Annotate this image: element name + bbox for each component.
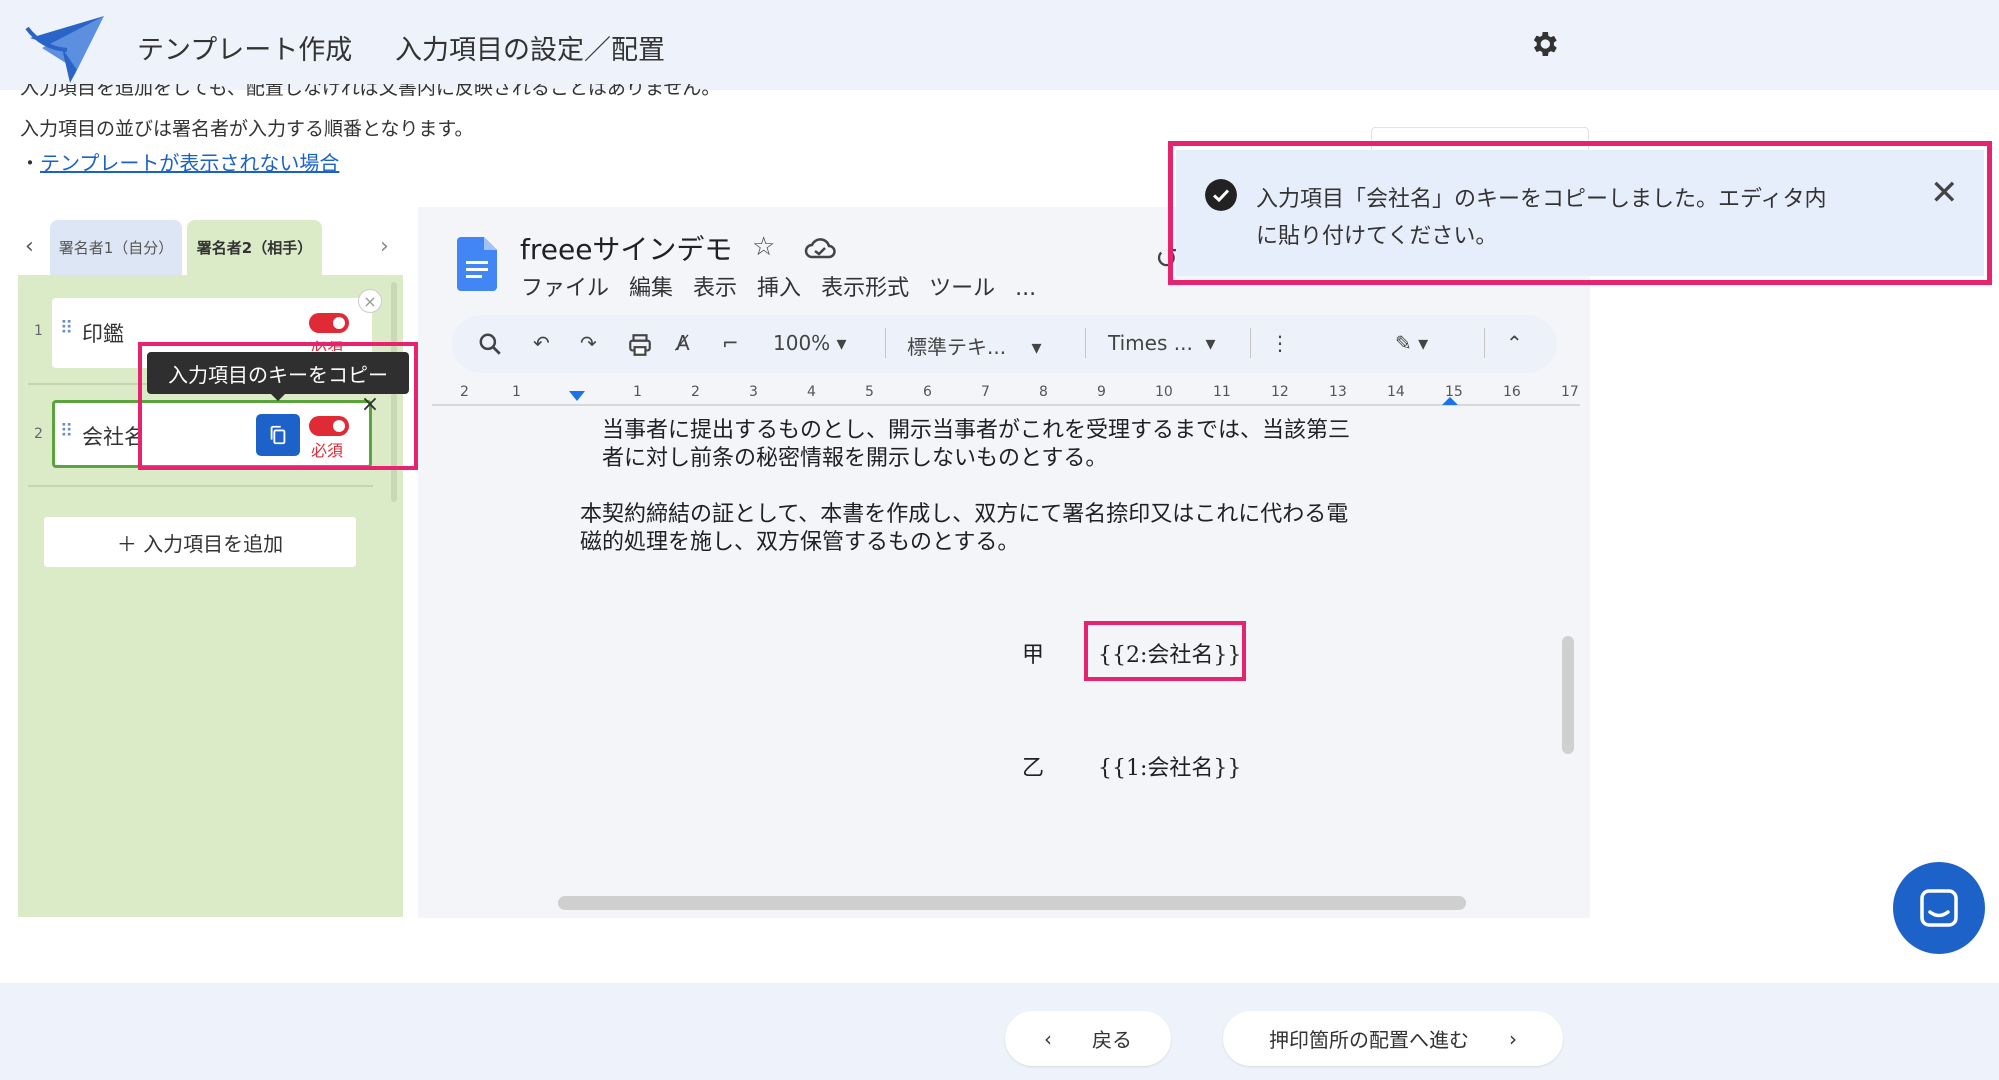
menu-more[interactable]: ... <box>1015 276 1036 301</box>
ruler-number: 1 <box>512 384 521 400</box>
paint-format-icon[interactable]: ⌐ <box>722 331 739 355</box>
chevron-up-icon[interactable]: ⌃ <box>1506 331 1523 355</box>
chat-icon <box>1920 889 1958 927</box>
field-number: 1 <box>34 323 43 339</box>
party-b-label: 乙 <box>1022 756 1045 781</box>
next-button[interactable]: 押印箇所の配置へ進む › <box>1223 1011 1563 1066</box>
ruler-number: 5 <box>865 384 874 400</box>
toolbar-divider <box>1484 328 1485 358</box>
editing-mode-icon[interactable]: ✎ ▾ <box>1395 331 1428 355</box>
drag-handle-icon[interactable]: ⠿ <box>60 421 73 442</box>
menu-view[interactable]: 表示 <box>693 276 737 301</box>
tab-signer-1[interactable]: 署名者1（自分） <box>50 220 182 275</box>
ruler-number: 16 <box>1503 384 1521 400</box>
search-icon[interactable] <box>477 331 503 357</box>
toolbar-divider <box>1085 328 1086 358</box>
add-field-button[interactable]: ＋ 入力項目を追加 <box>44 517 356 567</box>
ruler-number: 13 <box>1329 384 1347 400</box>
ruler-number: 1 <box>633 384 642 400</box>
cloud-saved-icon[interactable] <box>804 236 836 260</box>
tab-signer-2[interactable]: 署名者2（相手） <box>187 220 322 275</box>
field-label: 印鑑 <box>82 322 124 346</box>
zoom-value: 100% <box>773 331 831 355</box>
docs-vertical-scrollbar[interactable] <box>1562 636 1574 754</box>
toast-message: 入力項目「会社名」のキーをコピーしました。エディタ内 <box>1256 187 1827 212</box>
ruler-number: 7 <box>981 384 990 400</box>
bullet: ・ <box>20 151 40 175</box>
ruler <box>432 391 1580 406</box>
doc-paragraph-line: 磁的処理を施し、双方保管するものとする。 <box>580 530 1020 555</box>
divider <box>28 485 373 487</box>
app-logo-icon[interactable] <box>22 8 112 86</box>
highlight-frame <box>138 342 418 470</box>
ruler-number: 9 <box>1097 384 1106 400</box>
style-value: 標準テキ... <box>907 335 1007 359</box>
ruler-number: 2 <box>460 384 469 400</box>
required-toggle[interactable] <box>309 313 349 333</box>
party-a-label: 甲 <box>1022 643 1045 668</box>
ruler-number: 8 <box>1039 384 1048 400</box>
font-select[interactable]: Times ... ▾ <box>1108 331 1216 355</box>
star-icon[interactable]: ☆ <box>752 232 775 262</box>
menu-tools[interactable]: ツール <box>929 276 995 301</box>
highlight-frame <box>1084 621 1246 681</box>
help-link[interactable]: テンプレートが表示されない場合 <box>40 151 339 175</box>
ruler-number: 6 <box>923 384 932 400</box>
ruler-number: 14 <box>1387 384 1405 400</box>
field-label: 会社名 <box>82 425 144 449</box>
ruler-number: 12 <box>1271 384 1289 400</box>
toast-message: に貼り付けてください。 <box>1256 224 1498 249</box>
menu-edit[interactable]: 編集 <box>629 276 673 301</box>
ruler-number: 11 <box>1213 384 1231 400</box>
google-docs-icon[interactable] <box>457 237 497 291</box>
drag-handle-icon[interactable]: ⠿ <box>60 318 73 339</box>
back-label: 戻る <box>1092 1028 1132 1052</box>
page-subtitle: 入力項目の設定／配置 <box>395 35 665 66</box>
help-line: ・テンプレートが表示されない場合 <box>20 147 339 176</box>
ruler-number: 15 <box>1445 384 1463 400</box>
docs-horizontal-scrollbar[interactable] <box>558 896 1466 910</box>
intro-text: 入力項目の並びは署名者が入力する順番となります。 <box>20 118 474 140</box>
spellcheck-icon[interactable]: A̸ <box>676 331 690 355</box>
font-value: Times ... <box>1108 331 1193 355</box>
docs-editor <box>418 207 1590 918</box>
print-icon[interactable] <box>626 332 654 358</box>
document-title[interactable]: freeeサインデモ <box>520 228 732 268</box>
ruler-number: 3 <box>749 384 758 400</box>
chevron-left-icon: ‹ <box>1044 1026 1052 1051</box>
menu-insert[interactable]: 挿入 <box>757 276 801 301</box>
redo-icon[interactable]: ↷ <box>580 331 597 355</box>
chat-support-button[interactable] <box>1893 862 1985 954</box>
chevron-right-icon[interactable]: › <box>380 234 389 259</box>
ruler-number: 10 <box>1155 384 1173 400</box>
chevron-left-icon[interactable]: ‹ <box>25 234 34 259</box>
ruler-number: 2 <box>691 384 700 400</box>
back-button[interactable]: ‹ 戻る <box>1005 1011 1171 1066</box>
close-icon[interactable]: ✕ <box>1930 176 1959 210</box>
field-number: 2 <box>34 426 43 442</box>
docs-menu-bar: ファイル 編集 表示 挿入 表示形式 ツール... <box>521 270 1056 302</box>
intro-text-partial: 入力項目を追加をしても、配置しなければ文書内に反映されることはありません。 <box>20 84 721 99</box>
more-options-icon[interactable]: ⋮ <box>1270 331 1290 355</box>
ruler-number: 4 <box>807 384 816 400</box>
undo-icon[interactable]: ↶ <box>533 331 550 355</box>
zoom-select[interactable]: 100% ▾ <box>773 331 847 355</box>
doc-paragraph-line: 者に対し前条の秘密情報を開示しないものとする。 <box>602 446 1108 471</box>
toolbar-divider <box>885 328 886 358</box>
menu-format[interactable]: 表示形式 <box>821 276 909 301</box>
remove-field-icon[interactable]: × <box>358 289 382 313</box>
check-circle-icon <box>1205 179 1237 211</box>
chevron-right-icon: › <box>1509 1026 1517 1051</box>
style-select[interactable]: 標準テキ... ▾ <box>907 331 1042 360</box>
footer-bar <box>0 983 1999 1080</box>
menu-file[interactable]: ファイル <box>521 276 609 301</box>
toast-notification <box>1176 150 1984 276</box>
ruler-number: 17 <box>1561 384 1579 400</box>
app-title: テンプレート作成 <box>137 35 353 66</box>
toolbar-divider <box>1250 328 1251 358</box>
next-label: 押印箇所の配置へ進む <box>1269 1028 1469 1052</box>
gear-icon[interactable] <box>1528 28 1560 60</box>
party-b-placeholder: {{1:会社名}} <box>1098 756 1242 781</box>
